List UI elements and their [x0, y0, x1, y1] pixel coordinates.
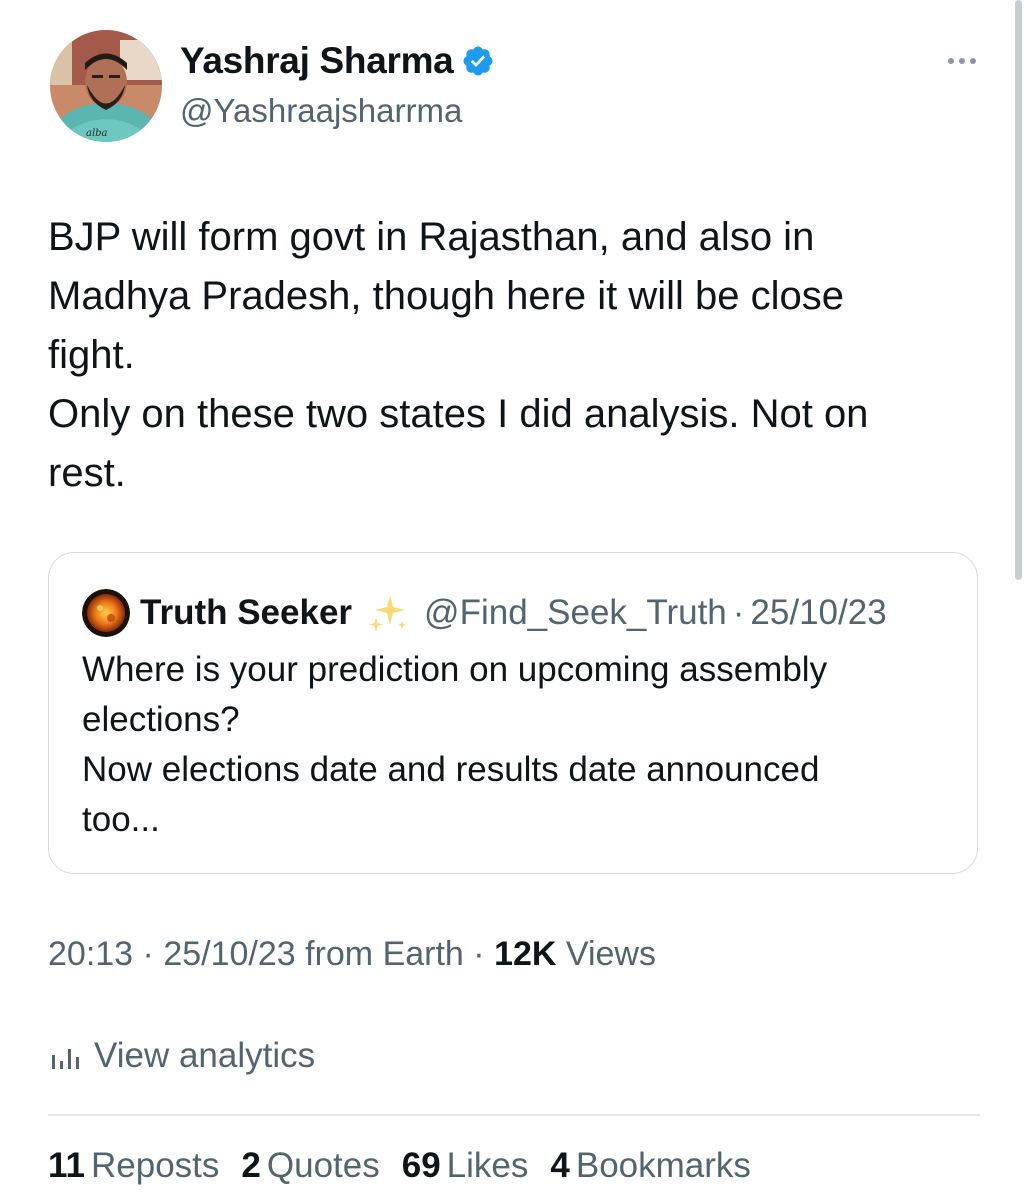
author-avatar[interactable]: alba: [50, 30, 162, 142]
quoted-author-avatar[interactable]: [82, 589, 130, 637]
bookmarks-stat[interactable]: 4 Bookmarks: [550, 1146, 751, 1186]
tweet-date[interactable]: 25/10/23: [163, 935, 295, 973]
more-options-button[interactable]: [940, 48, 984, 74]
separator-dot: ·: [133, 935, 164, 973]
quoted-author-handle[interactable]: @Find_Seek_Truth: [424, 593, 727, 633]
engagement-stats: 11 Reposts 2 Quotes 69 Likes 4 Bookmarks: [48, 1146, 773, 1186]
quotes-label: Quotes: [266, 1146, 380, 1185]
reposts-count: 11: [48, 1146, 85, 1185]
quotes-stat[interactable]: 2 Quotes: [241, 1146, 379, 1186]
author-display-name[interactable]: Yashraj Sharma: [180, 40, 454, 82]
quoted-tweet-date[interactable]: 25/10/23: [750, 593, 886, 633]
likes-label: Likes: [446, 1146, 529, 1185]
quotes-count: 2: [241, 1146, 261, 1185]
tweet-source: from Earth: [295, 935, 464, 973]
view-analytics-button[interactable]: View analytics: [48, 1036, 315, 1076]
scrollbar[interactable]: [1015, 0, 1022, 580]
more-horizontal-icon: [948, 58, 954, 64]
verified-badge-icon: [463, 46, 493, 76]
bookmarks-count: 4: [550, 1146, 570, 1185]
svg-text:alba: alba: [86, 128, 108, 139]
divider: [48, 1114, 980, 1116]
likes-stat[interactable]: 69 Likes: [402, 1146, 529, 1186]
analytics-bars-icon: [52, 1049, 79, 1069]
views-count: 12K: [494, 935, 557, 973]
quoted-tweet-card[interactable]: Truth Seeker @Find_Seek_Truth · 25/10/23…: [48, 552, 978, 874]
quoted-author-name[interactable]: Truth Seeker: [140, 593, 352, 633]
separator-dot: ·: [463, 935, 495, 973]
more-dot: [970, 58, 976, 64]
tweet-meta: 20:13 · 25/10/23 from Earth · 12K Views: [48, 935, 656, 974]
sparkles-icon: [369, 595, 407, 632]
author-handle[interactable]: @Yashraajsharrma: [180, 92, 462, 130]
likes-count: 69: [401, 1146, 441, 1185]
tweet-time[interactable]: 20:13: [48, 935, 133, 973]
tweet-text: BJP will form govt in Rajasthan, and als…: [48, 215, 869, 495]
more-dot: [959, 58, 965, 64]
quoted-tweet-text: Where is your prediction on upcoming ass…: [82, 650, 828, 839]
view-analytics-label: View analytics: [94, 1036, 316, 1075]
reposts-label: Reposts: [91, 1146, 220, 1185]
quoted-tweet-header: Truth Seeker @Find_Seek_Truth · 25/10/23: [82, 589, 887, 637]
author-name-row[interactable]: Yashraj Sharma: [180, 40, 495, 82]
profile-photo: alba: [50, 30, 162, 142]
separator-dot: ·: [732, 593, 745, 632]
reposts-stat[interactable]: 11 Reposts: [48, 1146, 219, 1186]
bookmarks-label: Bookmarks: [575, 1146, 751, 1185]
views-label: Views: [556, 935, 656, 973]
